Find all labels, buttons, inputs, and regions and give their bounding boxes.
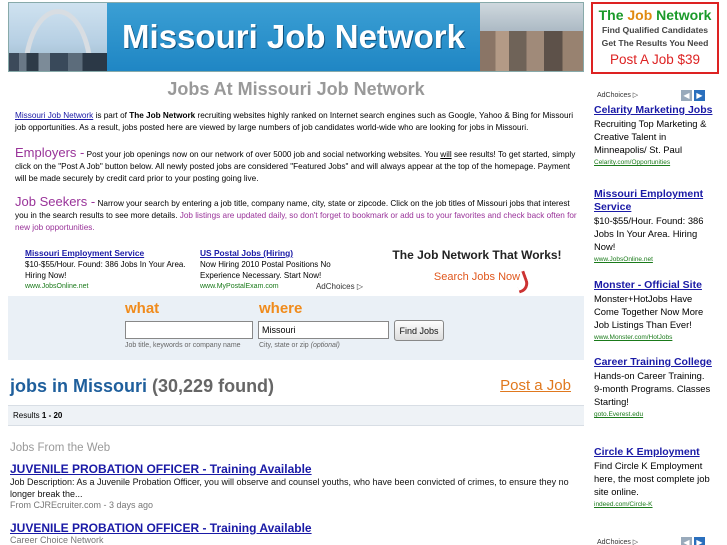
sidebar-ad-title[interactable]: Circle K Employment bbox=[594, 446, 714, 459]
ad-title[interactable]: Missouri Employment Service bbox=[25, 248, 195, 259]
sidebar-ad[interactable]: Career Training College Hands-on Career … bbox=[594, 356, 714, 421]
post-job-price-button[interactable]: Post A Job $39 bbox=[593, 52, 717, 67]
sidebar-ad-title[interactable]: Monster - Official Site bbox=[594, 279, 714, 292]
job-meta: Career Choice Network bbox=[10, 535, 104, 545]
results-title: jobs in Missouri bbox=[10, 376, 148, 396]
sidebar-ad-body: Recruiting Top Marketing & Creative Tale… bbox=[594, 118, 707, 155]
job-title-link[interactable]: JUVENILE PROBATION OFFICER - Training Av… bbox=[10, 521, 575, 535]
sidebar: The Job Network Find Qualified Candidate… bbox=[591, 0, 727, 545]
employers-text-1: Post your job openings now on our networ… bbox=[84, 150, 441, 159]
ad-title[interactable]: US Postal Jobs (Hiring) bbox=[200, 248, 370, 259]
sidebar-ad[interactable]: Missouri Employment Service $10-$55/Hour… bbox=[594, 188, 714, 266]
promo-block[interactable]: The Job Network That Works! Search Jobs … bbox=[382, 248, 572, 294]
where-hint-text: City, state or zip bbox=[259, 342, 311, 349]
prev-arrow-icon[interactable]: ◀ bbox=[681, 90, 692, 101]
prev-arrow-icon[interactable]: ◀ bbox=[681, 537, 692, 545]
what-label: what bbox=[125, 300, 160, 317]
site-banner[interactable]: Missouri Job Network bbox=[8, 2, 584, 72]
job-description: Job Description: As a Juvenile Probation… bbox=[10, 477, 569, 499]
sidebar-ad-url[interactable]: indeed.com/Circle-K bbox=[594, 498, 714, 511]
what-hint: Job title, keywords or company name bbox=[125, 342, 241, 349]
sidebar-ad-body: Find Circle K Employment here, the most … bbox=[594, 460, 710, 497]
job-listing: JUVENILE PROBATION OFFICER - Training Av… bbox=[10, 462, 575, 510]
sidebar-ad-body: Monster+HotJobs Have Come Together Now M… bbox=[594, 293, 704, 330]
where-label: where bbox=[259, 300, 303, 317]
adchoices-link[interactable]: AdChoices ▷ bbox=[597, 91, 638, 99]
job-title-link[interactable]: JUVENILE PROBATION OFFICER - Training Av… bbox=[10, 462, 575, 476]
gateway-arch-photo bbox=[9, 3, 107, 71]
logo-the: The bbox=[598, 7, 628, 23]
inline-ad[interactable]: Missouri Employment Service $10-$55/Hour… bbox=[25, 248, 195, 292]
sidebar-ad-url[interactable]: www.Monster.com/HotJobs bbox=[594, 331, 714, 344]
sidebar-ad[interactable]: Circle K Employment Find Circle K Employ… bbox=[594, 446, 714, 511]
inline-ads: Missouri Employment Service $10-$55/Hour… bbox=[15, 248, 375, 294]
search-panel: what where Job title, keywords or compan… bbox=[8, 296, 584, 360]
seekers-section: Job Seekers - Narrow your search by ente… bbox=[15, 194, 581, 234]
adchoices-link[interactable]: AdChoices ▷ bbox=[597, 538, 638, 545]
sidebar-ad-title[interactable]: Missouri Employment Service bbox=[594, 188, 714, 214]
main-content: Missouri Job Network Jobs At Missouri Jo… bbox=[8, 0, 586, 545]
intro-paragraph: Missouri Job Network is part of The Job … bbox=[15, 110, 581, 134]
job-listing: JUVENILE PROBATION OFFICER - Training Av… bbox=[10, 521, 575, 545]
banner-title-area: Missouri Job Network bbox=[107, 3, 480, 71]
intro-text-1: is part of bbox=[93, 111, 130, 120]
intro-site-link[interactable]: Missouri Job Network bbox=[15, 111, 93, 120]
results-range-prefix: Results bbox=[13, 411, 42, 420]
logo-network: Network bbox=[652, 7, 712, 23]
seekers-heading: Job Seekers - bbox=[15, 194, 96, 209]
city-photo bbox=[480, 3, 583, 71]
where-input[interactable] bbox=[258, 321, 389, 339]
sidebar-ad[interactable]: Monster - Official Site Monster+HotJobs … bbox=[594, 279, 714, 344]
find-jobs-button[interactable]: Find Jobs bbox=[394, 320, 444, 341]
adchoices-link[interactable]: AdChoices ▷ bbox=[316, 282, 363, 291]
employers-will: will bbox=[440, 150, 452, 159]
sidebar-ad-title[interactable]: Celarity Marketing Jobs bbox=[594, 104, 714, 117]
buildings-shape bbox=[480, 31, 583, 71]
job-meta: From CJREcruiter.com - 3 days ago bbox=[10, 500, 154, 510]
next-arrow-icon[interactable]: ▶ bbox=[694, 537, 705, 545]
sidebar-ad-body: Hands-on Career Training. 9-month Progra… bbox=[594, 370, 711, 407]
sidebar-ad-url[interactable]: goto.Everest.edu bbox=[594, 408, 714, 421]
skyline-shape bbox=[9, 53, 107, 71]
sidebar-ad-url[interactable]: Celarity.com/Opportunities bbox=[594, 156, 714, 169]
where-hint-optional: (optional) bbox=[310, 342, 340, 349]
post-a-job-link[interactable]: Post a Job bbox=[500, 377, 571, 394]
tjn-line-1: Find Qualified Candidates bbox=[602, 25, 708, 35]
results-range-bar: Results 1 - 20 bbox=[8, 405, 584, 426]
sidebar-ad-title[interactable]: Career Training College bbox=[594, 356, 714, 369]
employers-heading: Employers - bbox=[15, 145, 85, 160]
sidebar-ad[interactable]: Celarity Marketing Jobs Recruiting Top M… bbox=[594, 104, 714, 169]
where-hint: City, state or zip (optional) bbox=[259, 342, 340, 349]
results-heading: jobs in Missouri (30,229 found) bbox=[10, 376, 274, 397]
sidebar-ad-body: $10-$55/Hour. Found: 386 Jobs In Your Ar… bbox=[594, 215, 704, 252]
promo-headline: The Job Network That Works! bbox=[392, 248, 562, 262]
site-title: Missouri Job Network bbox=[122, 18, 465, 55]
results-range: 1 - 20 bbox=[41, 411, 63, 420]
tjn-line-2: Get The Results You Need bbox=[601, 38, 709, 48]
job-network-ad[interactable]: The Job Network Find Qualified Candidate… bbox=[591, 2, 719, 74]
ad-body: $10-$55/Hour. Found: 386 Jobs In Your Ar… bbox=[25, 260, 186, 280]
employers-section: Employers - Post your job openings now o… bbox=[15, 145, 581, 185]
intro-bold: The Job Network bbox=[129, 111, 196, 120]
job-network-logo: The Job Network bbox=[593, 7, 717, 23]
logo-job: Job bbox=[627, 7, 653, 23]
web-jobs-heading: Jobs From the Web bbox=[10, 442, 111, 454]
sidebar-ad-url[interactable]: www.JobsOnline.net bbox=[594, 253, 714, 266]
search-jobs-now-link[interactable]: Search Jobs Now bbox=[382, 271, 572, 283]
ad-url[interactable]: www.JobsOnline.net bbox=[25, 281, 195, 292]
page-title: Jobs At Missouri Job Network bbox=[167, 79, 425, 99]
next-arrow-icon[interactable]: ▶ bbox=[694, 90, 705, 101]
results-count: (30,229 found) bbox=[152, 376, 275, 396]
what-input[interactable] bbox=[125, 321, 253, 339]
ad-body: Now Hiring 2010 Postal Positions No Expe… bbox=[200, 260, 331, 280]
